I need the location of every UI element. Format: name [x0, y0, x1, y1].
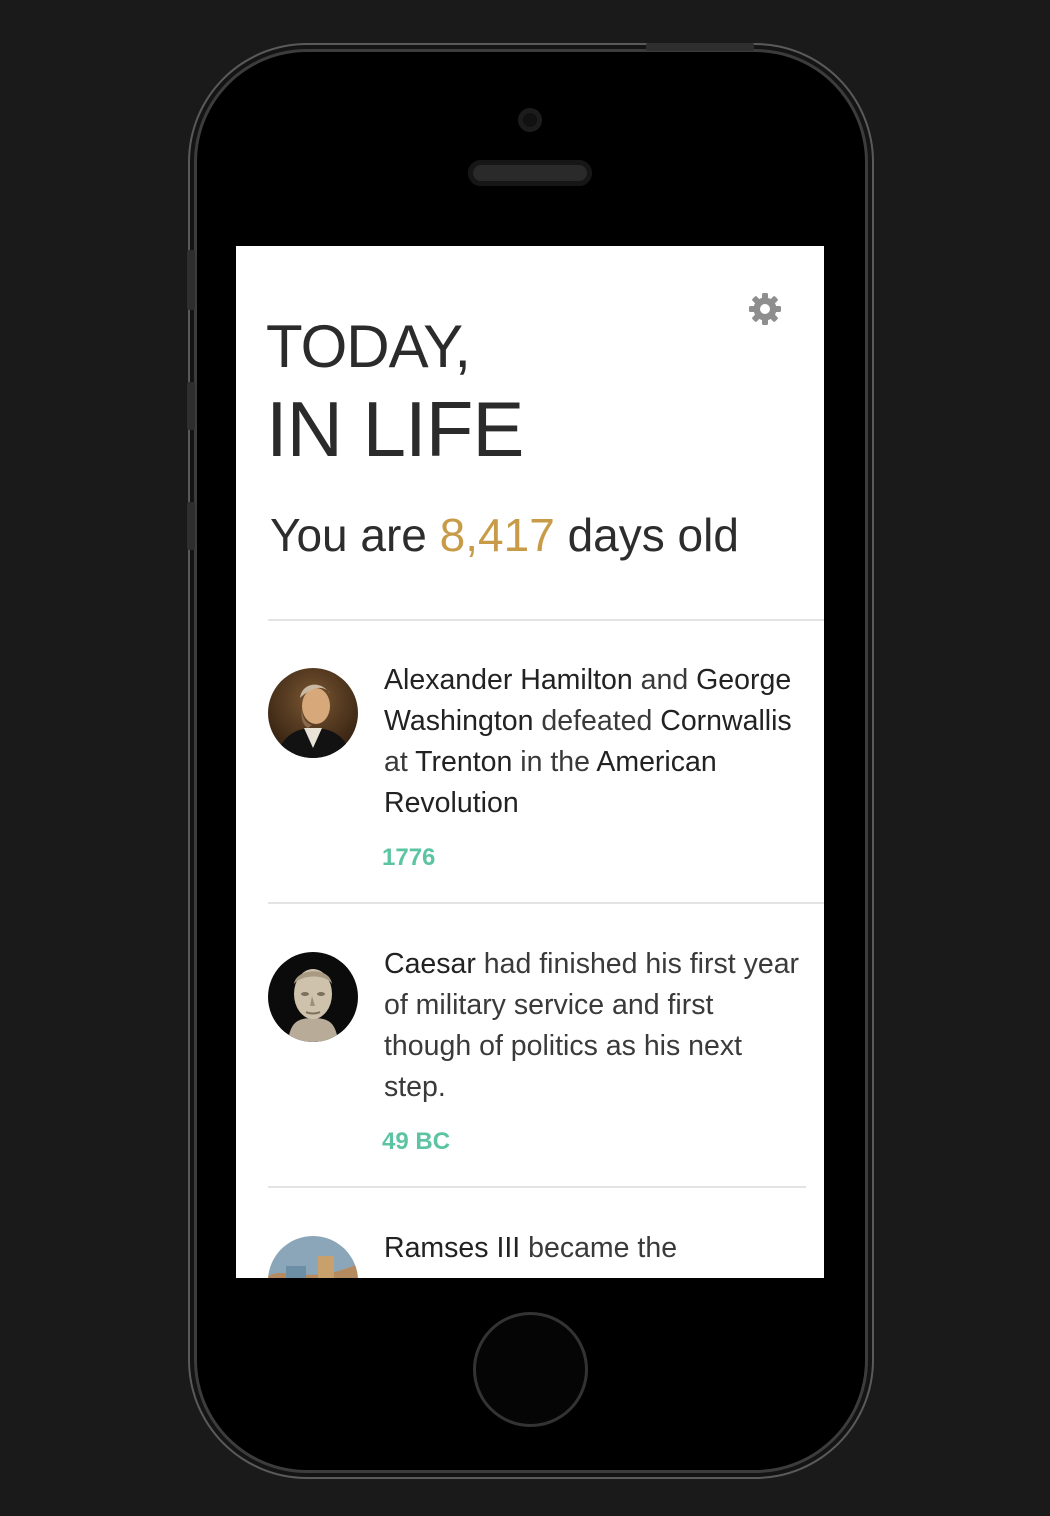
divider: [268, 1186, 806, 1188]
event-text: Caesar had finished his first year of mi…: [384, 944, 804, 1108]
event-text: Alexander Hamilton and George Washington…: [384, 660, 804, 824]
age-days-count: 8,417: [439, 509, 555, 561]
volume-down-button: [187, 502, 195, 550]
event-year: 1776: [382, 844, 436, 871]
divider: [268, 902, 824, 904]
event-text-segment: became the: [520, 1232, 678, 1264]
app-title-line1: TODAY,: [266, 313, 471, 380]
event-year: 49 BC: [382, 1128, 451, 1155]
gear-icon[interactable]: [747, 291, 783, 327]
event-item-hamilton[interactable]: Alexander Hamilton and George Washington…: [268, 648, 824, 898]
event-text-segment: in the: [512, 746, 597, 778]
event-item-ramses[interactable]: Ramses III became the: [268, 1216, 824, 1278]
earpiece-speaker: [468, 160, 592, 186]
volume-up-button: [187, 382, 195, 430]
event-person: Caesar: [384, 948, 476, 980]
power-button: [646, 43, 754, 51]
event-person: Alexander Hamilton: [384, 664, 633, 696]
event-place: Trenton: [415, 746, 513, 778]
event-text-segment: defeated: [533, 705, 661, 737]
app-title-line2: IN LIFE: [266, 385, 524, 473]
age-prefix: You are: [270, 509, 427, 561]
age-summary: You are 8,417 days old: [270, 508, 739, 562]
front-camera: [518, 108, 542, 132]
home-button[interactable]: [473, 1312, 588, 1427]
event-person: Cornwallis: [660, 705, 792, 737]
event-person: Ramses III: [384, 1232, 521, 1264]
caesar-bust: [268, 952, 358, 1042]
event-text: Ramses III became the: [384, 1228, 804, 1269]
ramses-relief: [268, 1236, 358, 1278]
mute-switch: [187, 250, 195, 310]
hamilton-portrait: [268, 668, 358, 758]
age-suffix: days old: [567, 509, 739, 561]
event-item-caesar[interactable]: Caesar had finished his first year of mi…: [268, 932, 824, 1182]
app-screen: TODAY, IN LIFE You are 8,417 days old Al…: [236, 246, 824, 1278]
event-text-segment: and: [632, 664, 697, 696]
event-text-segment: at: [384, 746, 416, 778]
divider: [268, 619, 824, 621]
